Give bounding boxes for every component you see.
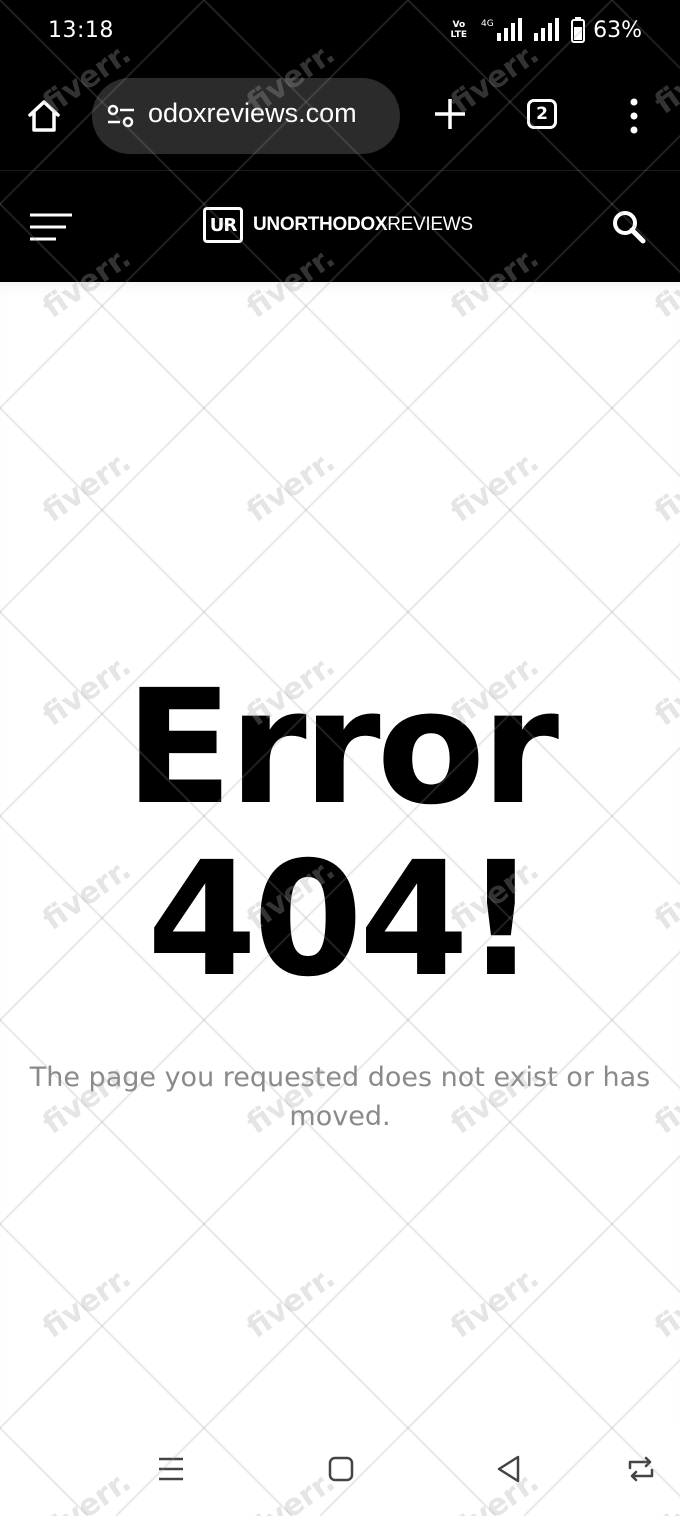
status-time: 13:18: [48, 18, 114, 43]
back-icon[interactable]: [494, 1454, 524, 1484]
recents-icon[interactable]: [156, 1454, 186, 1484]
more-vert-icon[interactable]: [622, 96, 646, 136]
site-header: UR UNORTHODOXREVIEWS: [0, 171, 680, 282]
svg-text:4G: 4G: [481, 19, 494, 29]
site-logo[interactable]: UR UNORTHODOXREVIEWS: [203, 207, 473, 243]
volte-indicator: Vo LTE: [450, 20, 468, 40]
status-icons: Vo LTE 4G 63%: [451, 17, 642, 43]
logo-mark: UR: [203, 207, 243, 243]
system-nav-bar: [0, 1422, 680, 1516]
tune-icon[interactable]: [106, 104, 136, 128]
signal-4g-icon: 4G: [481, 18, 523, 41]
home-square-icon[interactable]: [326, 1454, 356, 1484]
home-icon[interactable]: [24, 96, 64, 136]
page-content: Error 404! The page you requested does n…: [0, 282, 680, 1422]
search-icon[interactable]: [611, 207, 647, 247]
browser-toolbar: odoxreviews.com 2: [0, 66, 680, 171]
tabs-icon[interactable]: 2: [527, 99, 557, 129]
error-heading-line2: 404!: [147, 828, 537, 1012]
battery-icon: [571, 17, 586, 43]
plus-icon[interactable]: [432, 96, 468, 132]
rotate-icon[interactable]: [626, 1454, 656, 1484]
error-heading-line1: Error: [124, 656, 559, 840]
address-bar[interactable]: odoxreviews.com: [92, 78, 400, 154]
url-text[interactable]: odoxreviews.com: [148, 98, 357, 129]
signal-icon: [534, 18, 560, 41]
error-message: The page you requested does not exist or…: [29, 1062, 651, 1132]
status-bar: 13:18 Vo LTE 4G 63%: [0, 0, 680, 66]
battery-percent: 63%: [593, 17, 642, 43]
logo-text: UNORTHODOXREVIEWS: [253, 214, 473, 235]
error-heading: Error 404!: [0, 662, 680, 1006]
hamburger-icon[interactable]: [28, 211, 74, 243]
